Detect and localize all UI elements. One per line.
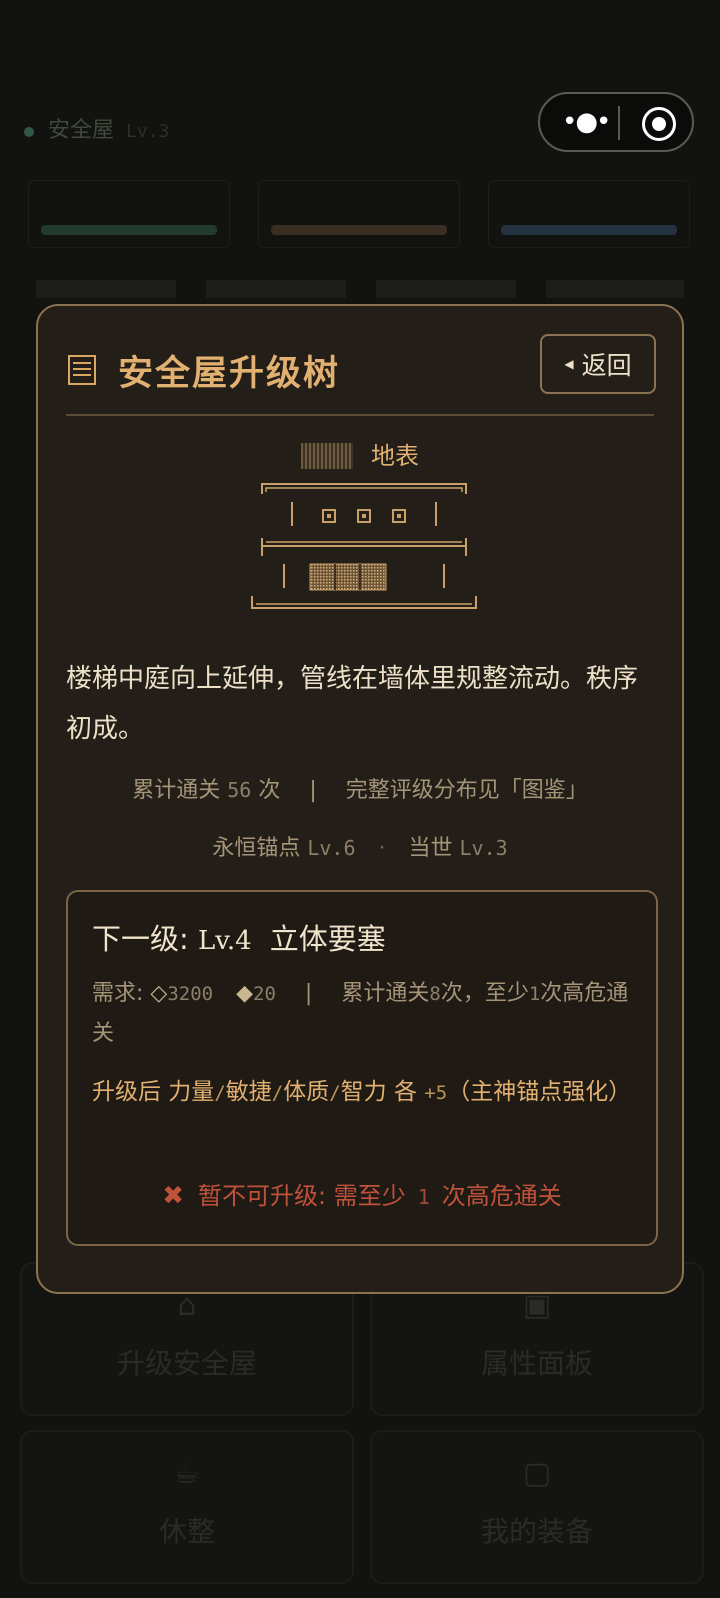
floor-description: 楼梯中庭向上延伸，管线在墙体里规整流动。秩序初成。 bbox=[66, 664, 639, 744]
diamond-outline-icon: ◇ bbox=[150, 981, 168, 1006]
floor-swatch-icon bbox=[301, 443, 353, 469]
anchor-line: 永恒锚点 Lv.6 · 当世 Lv.3 bbox=[212, 836, 508, 861]
diamond-filled-icon: ◆ bbox=[236, 981, 254, 1006]
gear-icon: ▢ bbox=[522, 1456, 552, 1491]
clears-line: 累计通关 56 次 | 完整评级分布见「图鉴」 bbox=[132, 778, 588, 803]
cannot-upgrade-warning: ✖ 暂不可升级: 需至少 1 次高危通关 bbox=[162, 1181, 562, 1211]
triangle-left-icon: ◀ bbox=[564, 357, 574, 371]
target-icon[interactable] bbox=[642, 107, 676, 141]
cross-icon: ✖ bbox=[162, 1181, 185, 1211]
modal-title: 安全屋升级树 bbox=[118, 353, 341, 394]
lower-room-block bbox=[309, 563, 387, 591]
requirements-text: 需求: ◇3200 ◆20 | 累计通关8次，至少1次高危通关 bbox=[92, 981, 629, 1046]
header-divider bbox=[66, 414, 654, 416]
next-level-card: 下一级: Lv.4 立体要塞 需求: ◇3200 ◆20 | 累计通关8次，至少1… bbox=[66, 890, 658, 1246]
bg-stat-shield bbox=[488, 180, 690, 248]
bg-card-equipment: ▢ 我的装备 bbox=[370, 1430, 704, 1584]
capsule-menu: •●• bbox=[538, 92, 694, 152]
cup-icon: ☕ bbox=[173, 1456, 201, 1491]
back-label: 返回 bbox=[581, 351, 632, 380]
bg-page-title: 安全屋 Lv.3 bbox=[24, 112, 169, 144]
status-dot-icon bbox=[24, 127, 34, 137]
bg-stat-hp bbox=[28, 180, 230, 248]
upgrade-tree-modal: 安全屋升级树 ◀ 返回 地表 楼梯中庭向上延伸，管线在墙体里规整流动。秩序初成。… bbox=[36, 304, 684, 1294]
roof-line bbox=[261, 483, 467, 494]
upgrade-bonus-text: 升级后 力量/敏捷/体质/智力 各 +5（主神锚点强化） bbox=[92, 1079, 632, 1105]
bg-stat-energy bbox=[258, 180, 460, 248]
gallery-note[interactable]: 完整评级分布见「图鉴」 bbox=[346, 778, 588, 803]
safehouse-diagram bbox=[251, 483, 477, 609]
list-icon bbox=[68, 355, 96, 385]
mid-floor-line bbox=[261, 538, 467, 556]
bg-info-row bbox=[36, 280, 684, 298]
capsule-divider bbox=[618, 106, 620, 140]
next-level-title: 下一级: Lv.4 立体要塞 bbox=[92, 922, 386, 956]
modal-header: 安全屋升级树 bbox=[68, 342, 340, 398]
bg-card-rest: ☕ 休整 bbox=[20, 1430, 354, 1584]
floor-label: 地表 bbox=[38, 436, 682, 471]
back-button[interactable]: ◀ 返回 bbox=[540, 334, 656, 394]
more-dots-icon[interactable]: •●• bbox=[562, 104, 611, 140]
ground-line bbox=[251, 596, 477, 609]
